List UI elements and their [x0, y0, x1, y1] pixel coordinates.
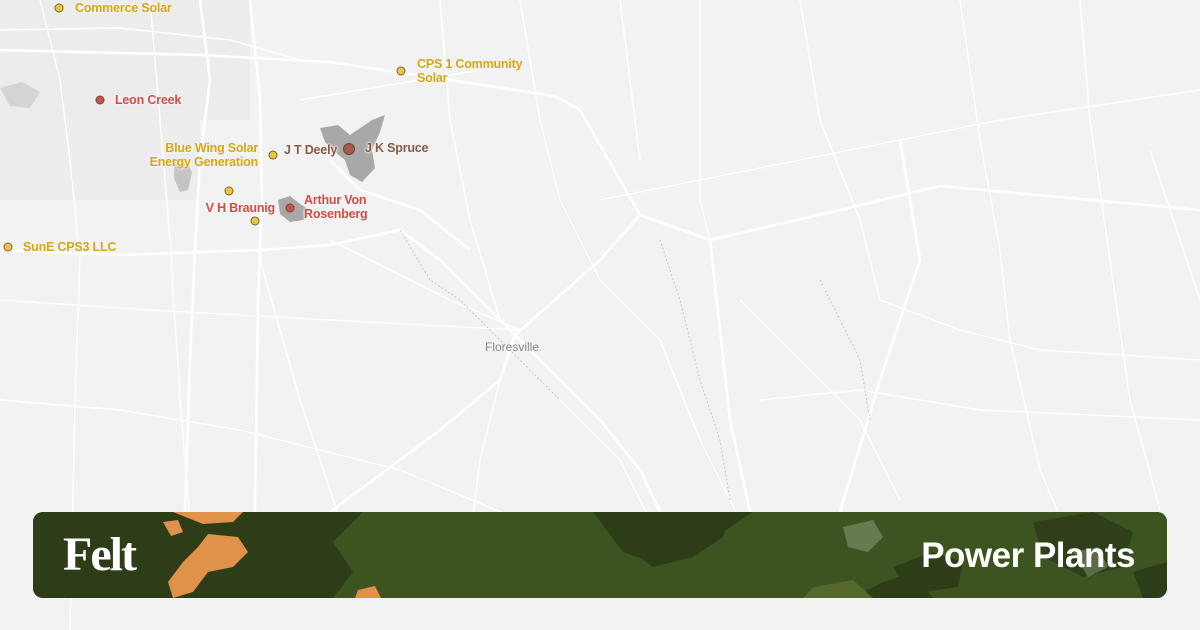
plant-label-jk-spruce: J K Spruce [365, 141, 429, 155]
felt-logo[interactable]: Felt [63, 529, 137, 581]
plant-label-line: Arthur Von [304, 193, 367, 207]
gas-marker[interactable] [285, 203, 295, 213]
plant-label-cps1-community-solar: CPS 1 Community Solar [417, 57, 523, 85]
plant-label-line: CPS 1 Community [417, 57, 523, 71]
streams [399, 229, 871, 501]
solar-marker[interactable] [268, 150, 278, 160]
plant-label-vh-braunig: V H Braunig [205, 201, 276, 215]
title-banner: Felt Power Plants [33, 512, 1167, 598]
plant-label-jt-deely: J T Deely [284, 143, 338, 157]
plant-label-leon-creek: Leon Creek [115, 93, 182, 107]
solar-marker[interactable] [396, 66, 406, 76]
plant-label-sune-cps3: SunE CPS3 LLC [23, 240, 117, 254]
gas-marker[interactable] [95, 95, 105, 105]
plant-label-arthur-von-rosenberg: Arthur Von Rosenberg [304, 193, 368, 221]
plant-label-blue-wing-solar: Blue Wing Solar Energy Generation [149, 141, 259, 169]
plant-label-line: Solar [417, 71, 448, 85]
solar-marker[interactable] [224, 186, 234, 196]
plant-label-line: Blue Wing Solar [165, 141, 258, 155]
solar-marker[interactable] [3, 242, 13, 252]
plant-label-line: Energy Generation [149, 155, 259, 169]
map-title: Power Plants [921, 536, 1135, 575]
solar-marker[interactable] [250, 216, 260, 226]
plant-label-commerce-solar: Commerce Solar [75, 1, 172, 15]
plant-label-line: Rosenberg [304, 207, 368, 221]
town-label-floresville: Floresville [485, 340, 540, 354]
coal-marker[interactable] [343, 143, 355, 155]
solar-marker[interactable] [54, 3, 64, 13]
